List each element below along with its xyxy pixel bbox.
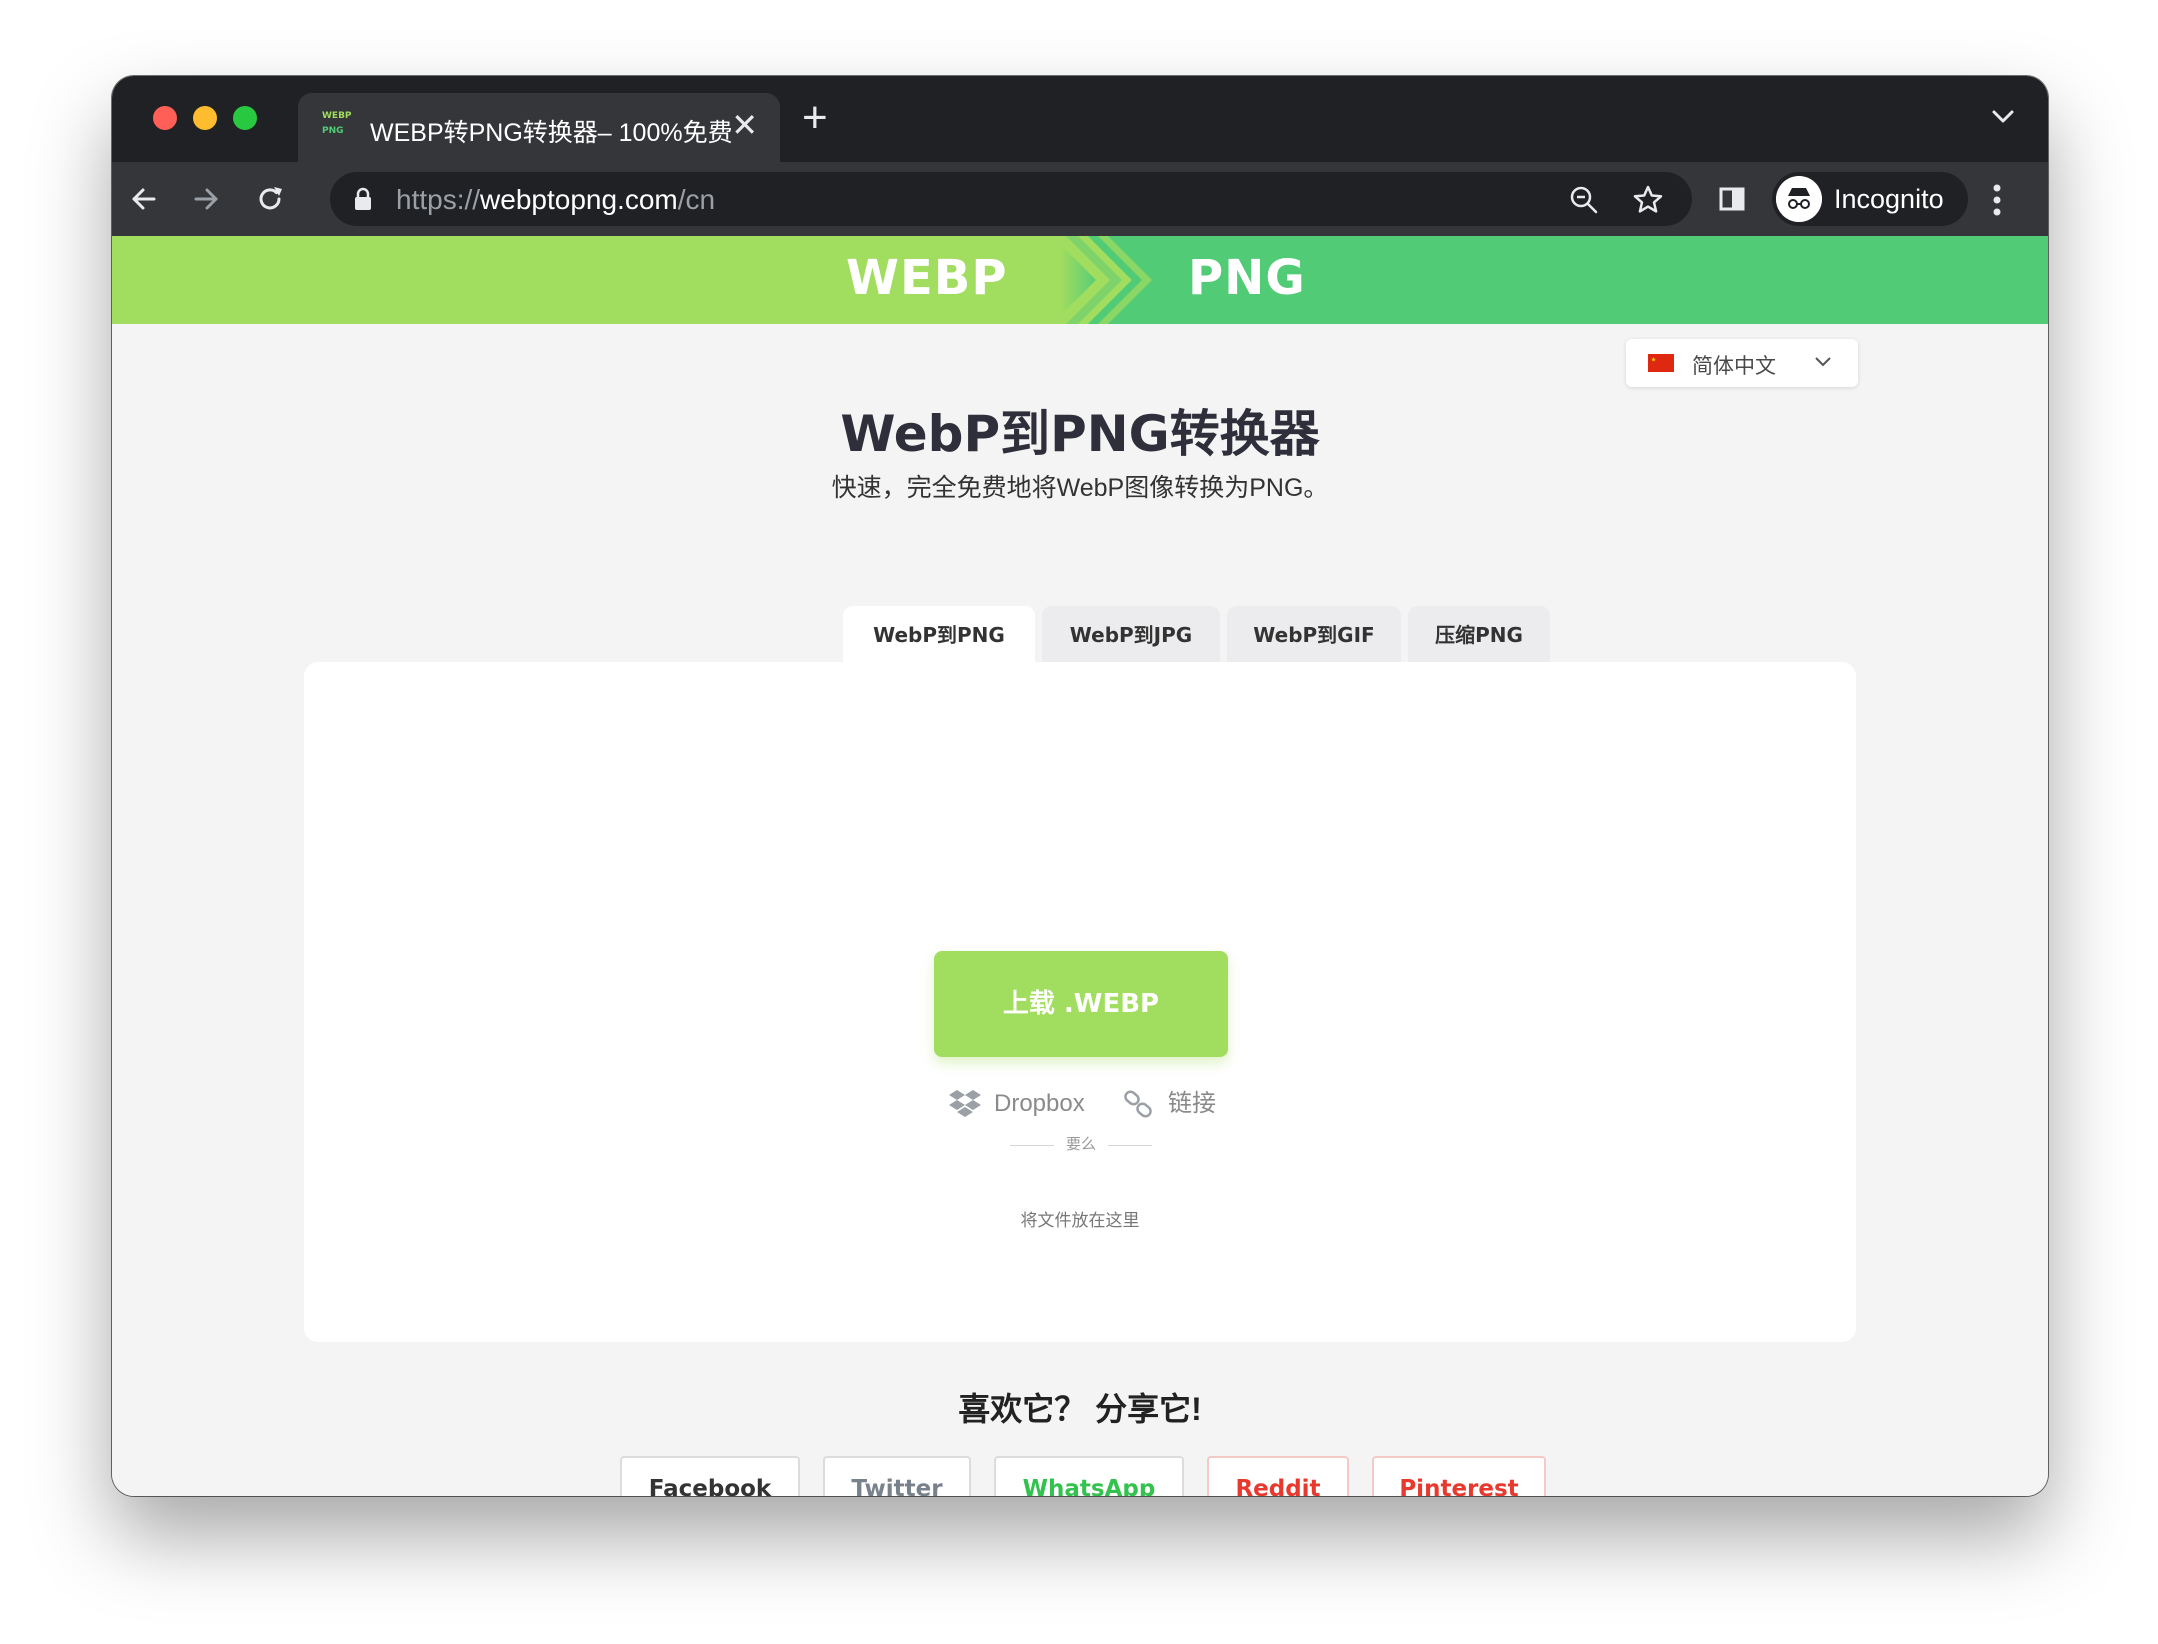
drop-hint: 将文件放在这里 (1020, 1211, 1140, 1230)
tab-compress-png[interactable]: 压缩PNG (1408, 606, 1550, 664)
browser-window: WEBP PNG WEBP转PNG转换器– 100%免费 ✕ + https:/… (112, 76, 2048, 1496)
url-host: webptopng.com (480, 184, 678, 215)
tab-webp-to-gif[interactable]: WebP到GIF (1227, 606, 1401, 664)
maximize-window-button[interactable] (233, 106, 257, 130)
share-whatsapp-button[interactable]: WhatsApp (994, 1456, 1184, 1496)
chevron-arrows-icon (1052, 236, 1152, 324)
star-icon[interactable] (1632, 184, 1664, 216)
side-panel-icon[interactable] (1714, 181, 1750, 217)
zoom-icon[interactable] (1568, 184, 1600, 216)
forward-icon[interactable] (188, 181, 224, 217)
url-link[interactable]: 链接 (1122, 1084, 1216, 1124)
share-title: 喜欢它？ 分享它! (958, 1391, 1202, 1427)
page-subtitle: 快速，完全免费地将WebP图像转换为PNG。 (831, 474, 1329, 502)
upload-button[interactable]: 上载 .WEBP (934, 951, 1228, 1057)
banner-png-label: PNG (1188, 250, 1306, 306)
url-scheme: https:// (396, 184, 481, 215)
share-reddit-button[interactable]: Reddit (1207, 1456, 1349, 1496)
share-facebook-button[interactable]: Facebook (620, 1456, 800, 1496)
link-label: 链接 (1168, 1090, 1216, 1117)
new-tab-button[interactable]: + (802, 96, 828, 140)
url-path: /cn (677, 184, 716, 215)
dropbox-link[interactable]: Dropbox (948, 1084, 1085, 1124)
tab-search-icon[interactable] (1988, 104, 2018, 128)
page-title: WebP到PNG转换器 (840, 405, 1320, 463)
language-select[interactable]: 简体中文 (1626, 339, 1858, 387)
address-bar[interactable]: https://webptopng.com/cn (330, 172, 1692, 226)
or-label: 要么 (1065, 1136, 1096, 1153)
tab-title: WEBP转PNG转换器– 100%免费 (370, 119, 733, 147)
tab-webp-to-jpg[interactable]: WebP到JPG (1042, 606, 1220, 664)
chevron-down-icon (1815, 357, 1831, 367)
china-flag-icon (1648, 354, 1674, 372)
tab-close-icon[interactable]: ✕ (731, 109, 758, 141)
close-window-button[interactable] (153, 106, 177, 130)
upload-dropzone[interactable]: 上载 .WEBP Dropbox 链接 要么 将文件放在这里 (304, 662, 1856, 1342)
menu-icon[interactable] (1992, 180, 2002, 220)
tab-webp-to-png[interactable]: WebP到PNG (843, 606, 1035, 664)
lock-icon[interactable] (352, 187, 374, 211)
dropbox-icon (949, 1090, 981, 1117)
back-icon[interactable] (126, 181, 162, 217)
profile-label: Incognito (1834, 184, 1944, 214)
favicon-icon: WEBP PNG (322, 111, 352, 136)
minimize-window-button[interactable] (193, 106, 217, 130)
browser-toolbar: https://webptopng.com/cn Incognito (112, 162, 2048, 236)
dropbox-label: Dropbox (994, 1090, 1085, 1117)
share-twitter-button[interactable]: Twitter (823, 1456, 971, 1496)
page-content: WEBP PNG 简体中文 WebP到PNG转换器 快速，完全免费地将WebP图… (112, 236, 2048, 1496)
tab-strip: WEBP PNG WEBP转PNG转换器– 100%免费 ✕ + (112, 76, 2048, 162)
or-separator: 要么 (1010, 1130, 1152, 1160)
browser-tab[interactable]: WEBP PNG WEBP转PNG转换器– 100%免费 ✕ (298, 93, 780, 162)
url-text[interactable]: https://webptopng.com/cn (396, 184, 715, 216)
incognito-icon (1776, 176, 1822, 222)
language-label: 简体中文 (1692, 355, 1776, 378)
link-icon (1124, 1090, 1152, 1118)
site-banner[interactable]: WEBP PNG (112, 236, 2048, 324)
banner-webp-label: WEBP (846, 250, 1008, 306)
profile-button[interactable]: Incognito (1772, 172, 1968, 226)
reload-icon[interactable] (252, 181, 288, 217)
share-pinterest-button[interactable]: Pinterest (1372, 1456, 1546, 1496)
